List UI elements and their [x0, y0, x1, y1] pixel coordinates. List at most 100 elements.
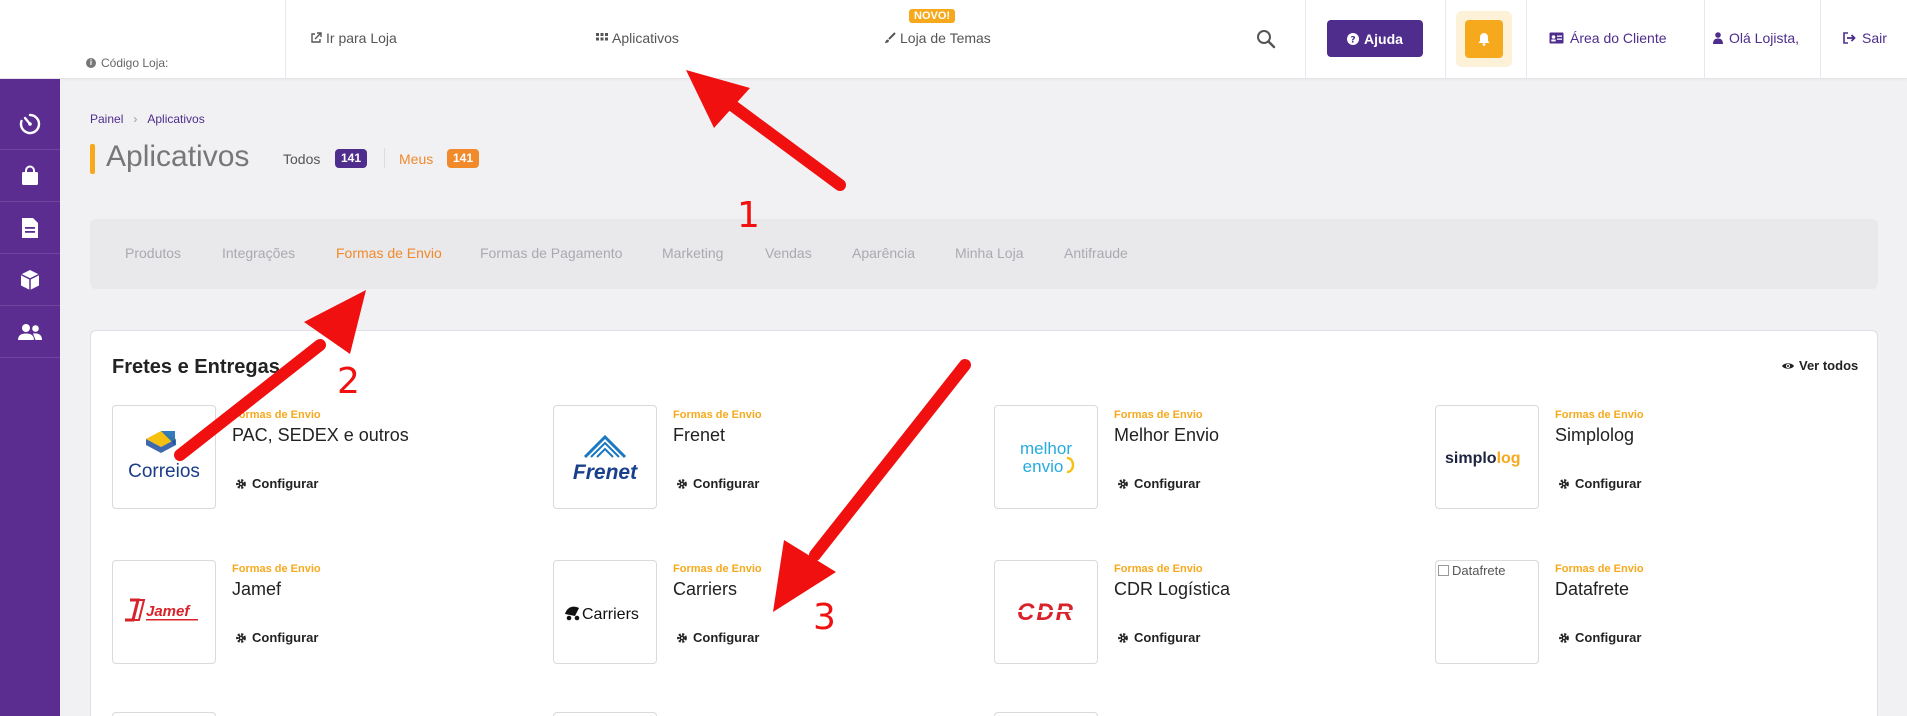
app-logo[interactable]: [994, 712, 1098, 716]
app-logo[interactable]: [553, 712, 657, 716]
brush-icon: [885, 32, 896, 43]
app-category: Formas de Envio: [1555, 563, 1644, 575]
app-name: Datafrete: [1555, 579, 1630, 599]
svg-text:envio: envio: [1023, 457, 1064, 476]
cdr-logo: CDR: [1014, 599, 1078, 626]
apps-link[interactable]: Aplicativos: [596, 30, 679, 46]
new-badge: NOVO!: [909, 9, 956, 23]
tab-formas-de-envio[interactable]: Formas de Envio: [336, 245, 442, 261]
breadcrumb-item: Aplicativos: [147, 112, 205, 126]
all-filter[interactable]: Todos: [283, 151, 320, 167]
breadcrumb-item[interactable]: Painel: [90, 112, 123, 126]
configure-button[interactable]: Configurar: [235, 476, 318, 491]
sidebar-item-dashboard[interactable]: [0, 98, 60, 150]
app-logo[interactable]: [112, 712, 216, 716]
app-category: Formas de Envio: [673, 409, 762, 421]
sign-out-icon: [1843, 32, 1856, 44]
user-menu[interactable]: Olá Lojista,: [1713, 30, 1799, 46]
users-icon: [18, 323, 42, 340]
app-name: Carriers: [673, 579, 738, 599]
gear-icon: [677, 632, 687, 643]
app-name: CDR Logística: [1114, 579, 1231, 599]
gear-icon: [236, 632, 246, 643]
app-name: Simplolog: [1555, 425, 1635, 445]
theme-store-link[interactable]: Loja de Temas: [884, 30, 991, 46]
notifications[interactable]: [1456, 11, 1512, 67]
app-name: Melhor Envio: [1114, 425, 1220, 445]
tab-integracoes[interactable]: Integrações: [222, 245, 295, 261]
search-icon[interactable]: [1256, 29, 1276, 49]
app-name: PAC, SEDEX e outros: [232, 425, 409, 445]
configure-button[interactable]: Configurar: [1117, 476, 1200, 491]
sidebar-item-products[interactable]: [0, 254, 60, 306]
gear-icon: [236, 478, 246, 489]
app-logo[interactable]: Datafrete: [1435, 560, 1539, 664]
svg-text:?: ?: [1350, 35, 1355, 45]
logout-link[interactable]: Sair: [1843, 30, 1887, 46]
help-button[interactable]: ? Ajuda: [1327, 20, 1423, 57]
gear-icon: [1118, 632, 1128, 643]
app-logo[interactable]: simplolog: [1435, 405, 1539, 509]
sidebar-item-reports[interactable]: [0, 202, 60, 254]
divider: [1820, 0, 1821, 79]
dashboard-icon: [19, 113, 41, 134]
app-logo[interactable]: Carriers: [553, 560, 657, 664]
see-all-link[interactable]: Ver todos: [1781, 358, 1858, 373]
annotation-number: 1: [737, 195, 760, 236]
breadcrumb: Painel › Aplicativos: [90, 112, 205, 126]
page-title: Aplicativos: [106, 140, 250, 173]
annotation-arrow-1: [686, 70, 846, 191]
sidebar-item-orders[interactable]: [0, 150, 60, 202]
tab-produtos[interactable]: Produtos: [125, 245, 181, 261]
configure-button[interactable]: Configurar: [1117, 630, 1200, 645]
go-to-store-link[interactable]: Ir para Loja: [310, 30, 397, 46]
client-area-link[interactable]: Área do Cliente: [1549, 30, 1667, 46]
app-logo[interactable]: Jamef: [112, 560, 216, 664]
svg-text:Correios: Correios: [128, 461, 200, 482]
tab-marketing[interactable]: Marketing: [662, 245, 723, 261]
configure-button[interactable]: Configurar: [1558, 476, 1641, 491]
mine-filter[interactable]: Meus: [399, 151, 433, 167]
document-icon: [22, 217, 38, 238]
configure-button[interactable]: Configurar: [235, 630, 318, 645]
id-card-icon: [1549, 32, 1564, 44]
section-title: Fretes e Entregas: [112, 356, 280, 378]
chevron-right-icon: ›: [133, 112, 138, 126]
annotation-number: 3: [813, 597, 836, 638]
svg-text:Jamef: Jamef: [146, 603, 191, 620]
store-code-label: Código Loja:: [101, 56, 169, 70]
tab-antifraude[interactable]: Antifraude: [1064, 245, 1128, 261]
app-logo[interactable]: melhor envio: [994, 405, 1098, 509]
info-icon: i: [86, 58, 96, 68]
tab-aparencia[interactable]: Aparência: [852, 245, 915, 261]
external-link-icon: [311, 32, 322, 43]
svg-text:Frenet: Frenet: [573, 461, 638, 484]
svg-text:CDR: CDR: [1017, 599, 1075, 626]
box-icon: [20, 269, 40, 290]
svg-text:Carriers: Carriers: [582, 606, 639, 623]
app-category: Formas de Envio: [232, 409, 321, 421]
tab-formas-de-pagamento[interactable]: Formas de Pagamento: [480, 245, 622, 261]
app-name: Jamef: [232, 579, 282, 599]
divider: [1305, 0, 1306, 79]
notifications-button[interactable]: [1465, 20, 1503, 58]
gear-icon: [1118, 478, 1128, 489]
configure-button[interactable]: Configurar: [676, 630, 759, 645]
app-category: Formas de Envio: [673, 563, 762, 575]
top-header: i Código Loja: Ir para Loja Aplicativos …: [0, 0, 1907, 79]
app-logo[interactable]: Frenet: [553, 405, 657, 509]
broken-image-icon: [1438, 565, 1449, 576]
tab-minha-loja[interactable]: Minha Loja: [955, 245, 1024, 261]
app-logo[interactable]: Correios: [112, 405, 216, 509]
app-category: Formas de Envio: [1114, 563, 1203, 575]
broken-image: Datafrete: [1438, 563, 1505, 578]
bell-icon: [1478, 33, 1490, 46]
all-count-badge: 141: [335, 149, 368, 168]
configure-button[interactable]: Configurar: [676, 476, 759, 491]
title-accent: [90, 144, 95, 174]
sidebar-item-customers[interactable]: [0, 306, 60, 358]
sidebar: [0, 79, 60, 716]
tab-vendas[interactable]: Vendas: [765, 245, 812, 261]
app-logo[interactable]: CDR: [994, 560, 1098, 664]
configure-button[interactable]: Configurar: [1558, 630, 1641, 645]
